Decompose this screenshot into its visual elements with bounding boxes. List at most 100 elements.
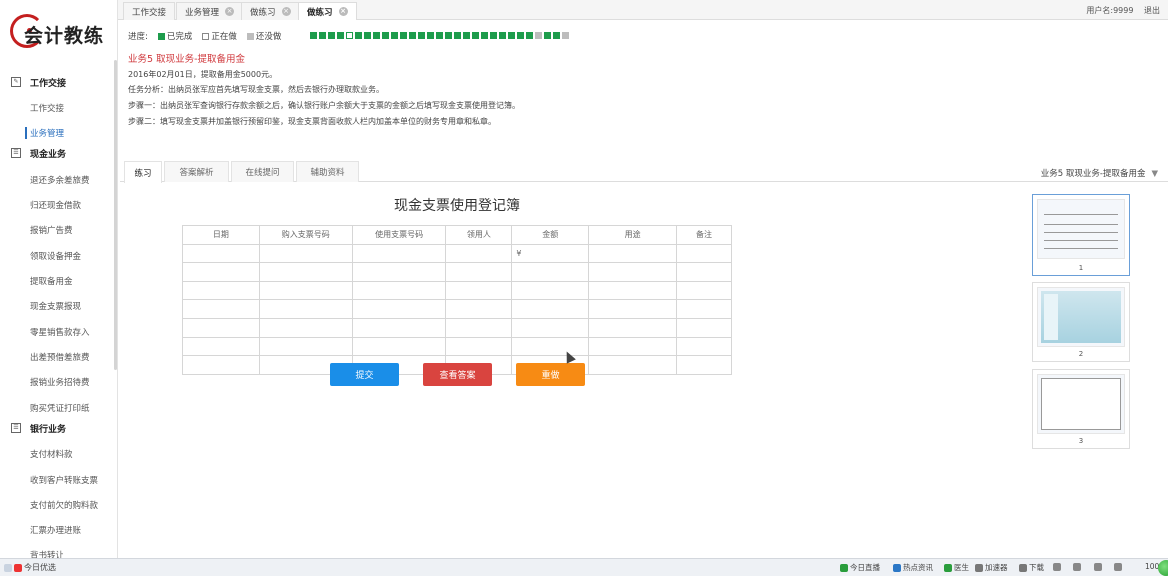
close-icon[interactable]: ×	[281, 7, 291, 16]
table-cell[interactable]	[676, 299, 732, 319]
thumbnail-2[interactable]: 2	[1032, 282, 1130, 362]
table-cell[interactable]	[258, 299, 353, 319]
table-cell[interactable]	[511, 262, 590, 282]
status-left[interactable]: 今日优选	[4, 562, 56, 573]
table-cell[interactable]	[676, 262, 732, 282]
progress-box[interactable]	[481, 32, 488, 39]
volume-icon[interactable]	[1093, 563, 1102, 571]
progress-box[interactable]	[526, 32, 533, 39]
table-cell[interactable]	[351, 243, 447, 264]
thumbnail-1[interactable]: 1	[1032, 194, 1130, 276]
progress-box[interactable]	[454, 32, 461, 39]
progress-box[interactable]	[391, 32, 398, 39]
table-cell[interactable]	[445, 280, 513, 301]
table-cell[interactable]	[351, 336, 447, 357]
table-cell[interactable]	[588, 262, 678, 282]
sidebar-item[interactable]: 零星销售款存入	[30, 326, 90, 338]
sidebar-item[interactable]: 现金支票报现	[30, 300, 81, 312]
progress-box[interactable]	[427, 32, 434, 39]
progress-box[interactable]	[553, 32, 560, 39]
table-cell[interactable]	[182, 355, 260, 375]
table-cell[interactable]	[588, 280, 678, 301]
sidebar-item[interactable]: 领取设备押金	[30, 250, 81, 262]
sidebar-item[interactable]: 支付前欠的购料款	[30, 499, 98, 511]
table-cell[interactable]	[676, 280, 732, 301]
progress-box[interactable]	[364, 32, 371, 39]
table-cell[interactable]	[676, 243, 732, 264]
status-news[interactable]: 热点资讯	[893, 562, 933, 573]
table-cell[interactable]	[445, 243, 513, 264]
tab-handover[interactable]: 工作交接	[123, 2, 176, 20]
progress-box[interactable]	[337, 32, 344, 39]
tab-practice-active[interactable]: 做练习 ×	[298, 2, 357, 20]
table-cell[interactable]	[258, 243, 353, 264]
tab-practice[interactable]: 做练习 ×	[241, 2, 300, 20]
table-cell[interactable]	[182, 336, 260, 357]
table-cell[interactable]	[258, 336, 353, 357]
progress-box[interactable]	[319, 32, 326, 39]
speed-ball-icon[interactable]	[1158, 560, 1168, 576]
progress-box[interactable]	[517, 32, 524, 39]
progress-box[interactable]	[409, 32, 416, 39]
sidebar-item-handover[interactable]: 工作交接	[30, 102, 64, 114]
table-cell[interactable]	[588, 243, 678, 264]
close-icon[interactable]: ×	[338, 7, 348, 16]
sidebar-item-business-management[interactable]: 业务管理	[25, 127, 64, 139]
sidebar-item[interactable]: 出差预借差旅费	[30, 351, 90, 363]
tab-practice-exercise[interactable]: 练习	[124, 161, 162, 183]
table-cell[interactable]	[351, 280, 447, 301]
progress-box[interactable]	[499, 32, 506, 39]
table-cell[interactable]	[182, 243, 260, 264]
sidebar-section-cash[interactable]: ☰ 现金业务	[11, 146, 66, 160]
status-doctor[interactable]: 医生	[944, 562, 969, 573]
progress-box[interactable]	[382, 32, 389, 39]
progress-box[interactable]	[310, 32, 317, 39]
progress-box[interactable]	[535, 32, 542, 39]
table-cell[interactable]	[676, 336, 732, 357]
sidebar-section-handover[interactable]: ✎ 工作交接	[11, 75, 66, 89]
table-cell[interactable]	[445, 336, 513, 357]
table-cell[interactable]	[511, 280, 590, 301]
tab-answer-analysis[interactable]: 答案解析	[164, 161, 229, 182]
progress-box[interactable]	[355, 32, 362, 39]
table-cell[interactable]	[445, 299, 513, 319]
tab-business-management[interactable]: 业务管理 ×	[176, 2, 244, 20]
table-cell[interactable]	[182, 317, 260, 338]
sidebar-section-bank[interactable]: ☰ 银行业务	[11, 421, 66, 435]
exercise-selector[interactable]: 业务5 取现业务-提取备用金 ▼	[1041, 167, 1158, 179]
logout-link[interactable]: 退出	[1144, 6, 1160, 15]
table-cell[interactable]	[351, 299, 447, 319]
progress-box[interactable]	[373, 32, 380, 39]
progress-box[interactable]	[346, 32, 353, 39]
status-accelerator[interactable]: 加速器	[975, 562, 1008, 573]
table-cell[interactable]: ¥	[511, 243, 590, 264]
table-cell[interactable]	[351, 262, 447, 282]
tab-online-question[interactable]: 在线提问	[231, 161, 294, 182]
progress-box[interactable]	[418, 32, 425, 39]
progress-box[interactable]	[328, 32, 335, 39]
tab-aux-material[interactable]: 辅助资料	[296, 161, 359, 182]
progress-box[interactable]	[472, 32, 479, 39]
sidebar-item[interactable]: 归还现金借款	[30, 199, 81, 211]
sidebar-scrollbar[interactable]	[114, 60, 117, 370]
sidebar-item[interactable]: 背书转让	[30, 549, 64, 558]
progress-box[interactable]	[544, 32, 551, 39]
table-cell[interactable]	[182, 280, 260, 301]
progress-box[interactable]	[562, 32, 569, 39]
sidebar-item[interactable]: 报销业务招待费	[30, 376, 90, 388]
table-cell[interactable]	[182, 299, 260, 319]
sidebar-item[interactable]: 购买凭证打印纸	[30, 402, 90, 414]
table-cell[interactable]	[258, 280, 353, 301]
thumbnail-3[interactable]: 3	[1032, 369, 1130, 449]
status-download[interactable]: 下载	[1019, 562, 1044, 573]
status-icons[interactable]	[1053, 562, 1124, 571]
redo-button[interactable]: 重做	[516, 363, 585, 386]
progress-box[interactable]	[490, 32, 497, 39]
sidebar-item[interactable]: 退还多余差旅费	[30, 174, 90, 186]
view-answer-button[interactable]: 查看答案	[423, 363, 492, 386]
progress-box[interactable]	[463, 32, 470, 39]
table-cell[interactable]	[511, 299, 590, 319]
table-cell[interactable]	[258, 262, 353, 282]
sidebar-item[interactable]: 报销广告费	[30, 224, 73, 236]
sidebar-item[interactable]: 支付材料款	[30, 448, 73, 460]
